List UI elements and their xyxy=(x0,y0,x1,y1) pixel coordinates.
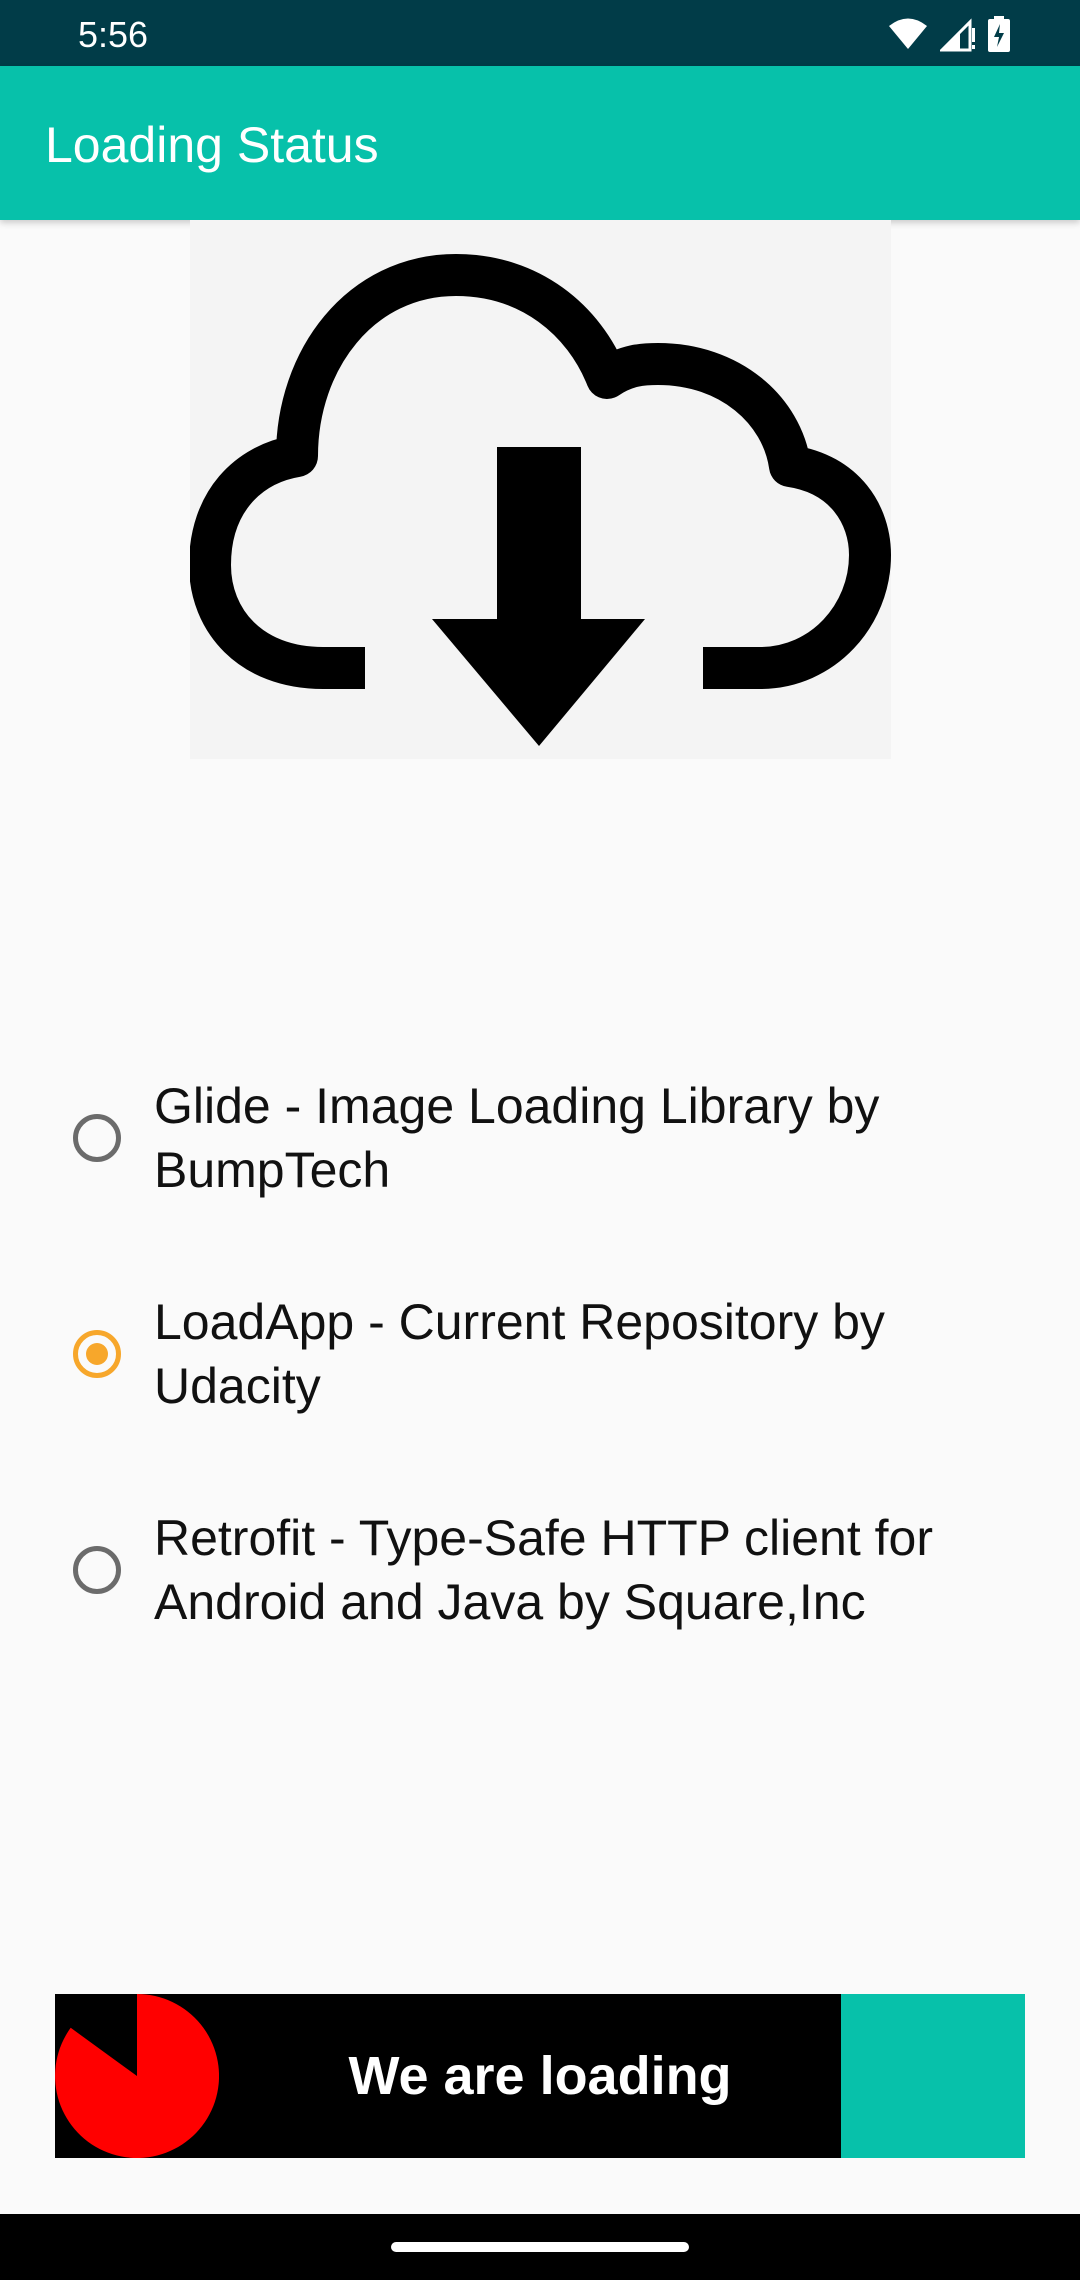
status-icons xyxy=(888,14,1010,54)
download-button-label: We are loading xyxy=(348,2046,732,2106)
radio-option-loadapp[interactable]: LoadApp - Current Repository by Udacity xyxy=(0,1290,1080,1418)
radio-option-glide[interactable]: Glide - Image Loading Library by BumpTec… xyxy=(0,1074,1080,1202)
radio-button-loadapp[interactable] xyxy=(73,1330,121,1378)
download-button[interactable]: We are loading xyxy=(55,1994,1025,2158)
hero-image xyxy=(190,220,891,759)
radio-button-glide[interactable] xyxy=(73,1114,121,1162)
home-gesture-handle[interactable] xyxy=(391,2242,689,2252)
radio-label-loadapp: LoadApp - Current Repository by Udacity xyxy=(154,1294,885,1414)
navigation-bar xyxy=(0,2214,1080,2280)
app-title: Loading Status xyxy=(45,117,379,173)
cloud-download-icon xyxy=(190,254,891,746)
radio-label-glide: Glide - Image Loading Library by BumpTec… xyxy=(154,1078,880,1198)
radio-label-retrofit: Retrofit - Type-Safe HTTP client for And… xyxy=(154,1510,933,1630)
radio-button-retrofit[interactable] xyxy=(73,1546,121,1594)
status-time: 5:56 xyxy=(78,14,149,55)
radio-option-retrofit[interactable]: Retrofit - Type-Safe HTTP client for And… xyxy=(0,1506,1080,1634)
cellular-signal-icon xyxy=(940,18,975,52)
battery-charging-icon xyxy=(988,16,1010,52)
status-bar: 5:56 xyxy=(0,0,1080,66)
app-bar: Loading Status xyxy=(0,66,1080,220)
wifi-icon xyxy=(889,18,927,49)
